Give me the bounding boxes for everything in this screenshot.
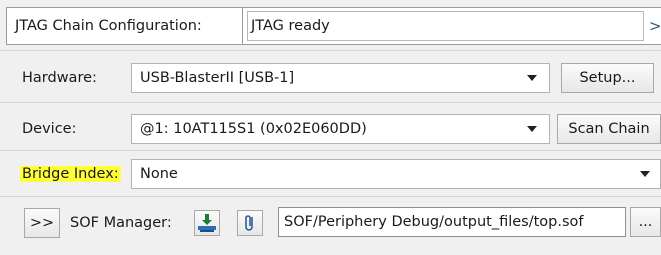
divider bbox=[0, 102, 661, 103]
divider bbox=[0, 196, 661, 197]
jtag-config-panel: JTAG Chain Configuration: JTAG ready > H… bbox=[0, 0, 661, 255]
device-select[interactable]: @1: 10AT115S1 (0x02E060DD) bbox=[131, 114, 550, 144]
attach-file-icon bbox=[245, 215, 253, 231]
scan-chain-button[interactable]: Scan Chain bbox=[557, 114, 661, 144]
program-device-icon bbox=[198, 214, 216, 232]
program-device-button[interactable] bbox=[194, 210, 220, 236]
hardware-label: Hardware: bbox=[22, 70, 97, 86]
sof-manager-label: SOF Manager: bbox=[70, 215, 172, 231]
jtag-status-text: JTAG ready bbox=[251, 18, 330, 34]
header-divider bbox=[242, 8, 243, 44]
divider bbox=[0, 150, 661, 151]
bridge-index-select[interactable]: None bbox=[131, 159, 661, 189]
dropdown-arrow-icon bbox=[527, 126, 537, 132]
setup-button[interactable]: Setup... bbox=[561, 63, 654, 93]
divider bbox=[0, 50, 661, 51]
bridge-index-value: None bbox=[140, 166, 178, 182]
device-select-value: @1: 10AT115S1 (0x02E060DD) bbox=[140, 121, 367, 137]
collapse-chevron-icon[interactable]: > bbox=[649, 8, 661, 44]
sof-path-field[interactable]: SOF/Periphery Debug/output_files/top.sof bbox=[278, 207, 626, 237]
bridge-index-label-wrap: Bridge Index: bbox=[20, 159, 121, 189]
hardware-select-value: USB-BlasterII [USB-1] bbox=[140, 70, 295, 86]
expand-button[interactable]: >> bbox=[24, 208, 60, 238]
device-label: Device: bbox=[22, 121, 77, 137]
dropdown-arrow-icon bbox=[640, 171, 650, 177]
dropdown-arrow-icon bbox=[527, 75, 537, 81]
jtag-chain-label: JTAG Chain Configuration: bbox=[15, 18, 202, 34]
jtag-chain-header: JTAG Chain Configuration: JTAG ready > bbox=[6, 7, 661, 45]
hardware-select[interactable]: USB-BlasterII [USB-1] bbox=[131, 63, 550, 93]
bridge-index-label: Bridge Index: bbox=[20, 166, 121, 182]
attach-file-button[interactable] bbox=[237, 210, 263, 236]
browse-button[interactable]: ... bbox=[630, 207, 661, 237]
